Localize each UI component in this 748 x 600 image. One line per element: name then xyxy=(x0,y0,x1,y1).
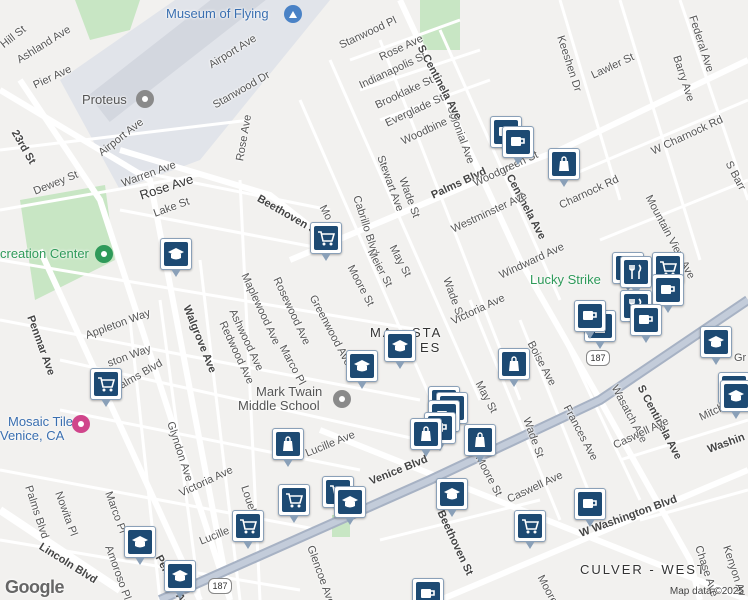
bag-icon xyxy=(502,352,526,376)
bag-icon xyxy=(414,422,438,446)
poi-mosaic-label-2[interactable]: Venice, CA xyxy=(0,428,64,443)
coffee-marker[interactable] xyxy=(574,488,606,527)
poi-recreation-label[interactable]: creation Center xyxy=(0,246,89,261)
coffee-icon xyxy=(578,304,602,328)
school-marker[interactable] xyxy=(346,350,378,389)
cart-icon xyxy=(94,372,118,396)
coffee-icon xyxy=(578,492,602,516)
coffee-marker[interactable] xyxy=(630,304,662,343)
poi-proteus-label[interactable]: Proteus xyxy=(82,92,127,107)
school-icon xyxy=(164,242,188,266)
bag-marker[interactable] xyxy=(272,428,304,467)
food-marker[interactable] xyxy=(620,256,652,295)
cart-icon xyxy=(236,514,260,538)
neighborhood-culver-label: CULVER - WEST xyxy=(580,562,707,577)
poi-museum-label[interactable]: Museum of Flying xyxy=(166,6,269,21)
bag-icon xyxy=(552,152,576,176)
poi-mark-twain-label-2[interactable]: Middle School xyxy=(238,398,320,413)
cart-icon xyxy=(518,514,542,538)
cart-icon xyxy=(282,488,306,512)
neighborhood-label-2: STA xyxy=(412,325,443,340)
school-icon xyxy=(724,384,748,408)
school-marker[interactable] xyxy=(124,526,156,565)
map-attribution: Map data ©2025 xyxy=(669,586,744,597)
school-marker[interactable] xyxy=(334,486,366,525)
poi-mark-twain-label-1[interactable]: Mark Twain xyxy=(256,384,322,399)
coffee-marker[interactable] xyxy=(502,126,534,165)
school-icon xyxy=(338,490,362,514)
coffee-icon xyxy=(506,130,530,154)
school-icon xyxy=(704,330,728,354)
museum-icon[interactable] xyxy=(284,5,302,23)
bag-icon xyxy=(468,428,492,452)
bag-marker[interactable] xyxy=(548,148,580,187)
bag-icon xyxy=(276,432,300,456)
coffee-icon xyxy=(416,582,440,600)
school-icon xyxy=(388,334,412,358)
bag-marker[interactable] xyxy=(410,418,442,457)
place-icon[interactable] xyxy=(136,90,154,108)
google-logo: Google xyxy=(5,577,65,597)
coffee-icon xyxy=(656,278,680,302)
school-icon xyxy=(440,482,464,506)
route-187-badge: 187 xyxy=(586,350,610,366)
cart-marker[interactable] xyxy=(514,510,546,549)
cart-marker[interactable] xyxy=(232,510,264,549)
school-marker[interactable] xyxy=(700,326,732,365)
cart-marker[interactable] xyxy=(90,368,122,407)
school-marker[interactable] xyxy=(720,380,748,419)
school-marker[interactable] xyxy=(436,478,468,517)
cart-marker[interactable] xyxy=(310,222,342,261)
cart-icon xyxy=(314,226,338,250)
school-marker[interactable] xyxy=(164,560,196,599)
bag-marker[interactable] xyxy=(498,348,530,387)
bag-marker[interactable] xyxy=(464,424,496,463)
coffee-marker[interactable] xyxy=(412,578,444,600)
coffee-marker[interactable] xyxy=(574,300,606,339)
neighborhood-label-3: ES xyxy=(420,340,442,355)
coffee-icon xyxy=(634,308,658,332)
map-canvas[interactable]: 187 187 Museum of Flying Proteus creatio… xyxy=(0,0,748,600)
food-icon xyxy=(624,260,648,284)
school-icon xyxy=(350,354,374,378)
poi-mosaic-label-1[interactable]: Mosaic Tile xyxy=(8,414,73,429)
street-label: Gr xyxy=(734,352,747,364)
route-187-badge: 187 xyxy=(208,578,232,594)
school-icon xyxy=(168,564,192,588)
school-icon[interactable] xyxy=(333,390,351,408)
poi-lucky-strike-label[interactable]: Lucky Strike xyxy=(530,272,601,287)
school-marker[interactable] xyxy=(160,238,192,277)
coffee-marker[interactable] xyxy=(652,274,684,313)
school-icon xyxy=(128,530,152,554)
shop-icon[interactable] xyxy=(72,415,90,433)
school-marker[interactable] xyxy=(384,330,416,369)
park-icon[interactable] xyxy=(95,245,113,263)
cart-marker[interactable] xyxy=(278,484,310,523)
